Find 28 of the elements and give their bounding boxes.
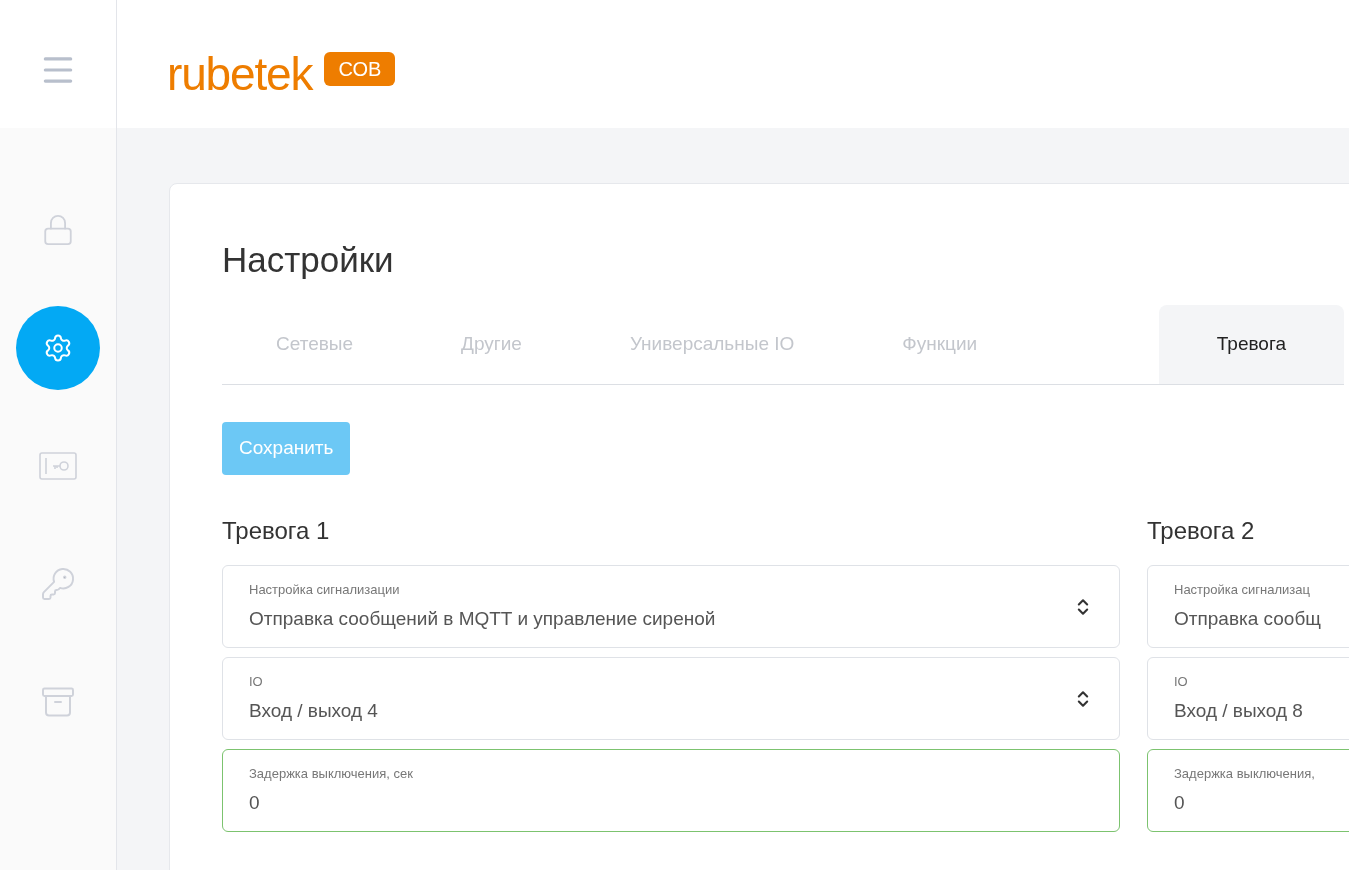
field-label: Задержка выключения, сек [249, 764, 413, 783]
field-value: Вход / выход 8 [1174, 699, 1303, 723]
key-icon [40, 566, 76, 602]
field-value: 0 [249, 791, 260, 815]
field-label: Настройка сигнализации [249, 580, 400, 599]
logo: rubetek [167, 51, 313, 97]
field-value: Отправка сообщ [1174, 607, 1321, 631]
lock-icon [41, 213, 75, 247]
section-title: Тревога 1 [222, 516, 331, 546]
select-field[interactable]: Настройка сигнализации Отправка сообщений в MQTT и управление сиреной [222, 565, 1120, 648]
select-field[interactable]: Настройка сигнализац Отправка сообщ [1147, 565, 1349, 648]
field-value: Отправка сообщений в MQTT и управление сиреной [249, 607, 716, 631]
tab[interactable]: Тревога [1158, 305, 1344, 384]
select-field[interactable]: IO Вход / выход 4 [222, 657, 1120, 740]
page-title: Настройки [222, 242, 395, 277]
logo-badge: СОВ [324, 52, 396, 86]
input-field[interactable]: Задержка выключения, 0 [1147, 749, 1349, 832]
field-value: Вход / выход 4 [249, 699, 378, 723]
field-value: 0 [1174, 791, 1185, 815]
key-card-icon [39, 452, 77, 480]
section-title: Тревога 2 [1147, 516, 1256, 546]
input-field[interactable]: Задержка выключения, сек 0 [222, 749, 1120, 832]
field-label: IO [1174, 672, 1188, 691]
select-field[interactable]: IO Вход / выход 8 [1147, 657, 1349, 740]
field-label: IO [249, 672, 263, 691]
field-label: Задержка выключения, [1174, 764, 1315, 783]
settings-icon [43, 333, 73, 363]
field-label: Настройка сигнализац [1174, 580, 1310, 599]
